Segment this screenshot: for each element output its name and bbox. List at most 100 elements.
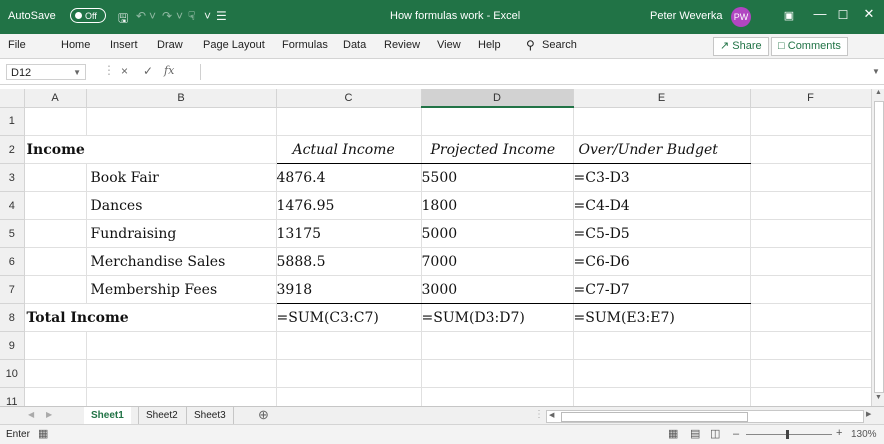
row-header-7[interactable]: 7: [0, 275, 25, 304]
row-header-5[interactable]: 5: [0, 219, 25, 248]
insert-function-icon[interactable]: fx: [164, 64, 174, 77]
previous-sheet-icon[interactable]: ◀: [28, 410, 34, 419]
cell-d1[interactable]: [421, 107, 574, 136]
tab-formulas[interactable]: Formulas: [282, 39, 328, 51]
redo-dropdown-icon[interactable]: ˅: [176, 9, 183, 23]
cell-b7[interactable]: Membership Fees: [86, 275, 277, 304]
column-header-f[interactable]: F: [750, 89, 872, 108]
zoom-slider-handle[interactable]: [786, 430, 789, 439]
search-icon[interactable]: ⚲: [526, 38, 535, 52]
column-header-e[interactable]: E: [573, 89, 751, 108]
zoom-level[interactable]: 130%: [851, 429, 877, 440]
cell-d11[interactable]: [421, 387, 574, 406]
horizontal-scrollbar[interactable]: ◀: [546, 410, 864, 423]
cell-b3[interactable]: Book Fair: [86, 163, 277, 192]
tab-view[interactable]: View: [437, 39, 461, 51]
new-sheet-icon[interactable]: ⊕: [258, 407, 269, 423]
row-header-9[interactable]: 9: [0, 331, 25, 360]
cell-f4[interactable]: [750, 191, 872, 220]
search-box[interactable]: Search: [542, 39, 577, 51]
cell-c7[interactable]: 3918: [275, 275, 422, 304]
row-header-1[interactable]: 1: [0, 107, 25, 136]
zoom-in-icon[interactable]: +: [836, 427, 842, 439]
name-box[interactable]: D12 ▼: [6, 64, 86, 80]
column-header-d[interactable]: D: [421, 89, 574, 108]
row-header-4[interactable]: 4: [0, 191, 25, 220]
undo-icon[interactable]: ↶: [136, 9, 146, 23]
name-box-dropdown-icon[interactable]: ▼: [73, 65, 81, 81]
cell-a1[interactable]: [24, 107, 87, 136]
row-header-2[interactable]: 2: [0, 135, 25, 164]
cell-c11[interactable]: [276, 387, 422, 406]
cell-c8[interactable]: =SUM(C3:C7): [276, 303, 422, 332]
tab-page-layout[interactable]: Page Layout: [203, 39, 265, 51]
minimize-icon[interactable]: —: [810, 6, 830, 21]
cancel-icon[interactable]: ×: [121, 64, 128, 78]
cell-c4[interactable]: 1476.95: [275, 191, 422, 220]
column-header-b[interactable]: B: [86, 89, 277, 108]
formula-input[interactable]: [200, 64, 871, 80]
cell-f3[interactable]: [750, 163, 872, 192]
next-sheet-icon[interactable]: ▶: [46, 410, 52, 419]
cell-b11[interactable]: [86, 387, 277, 406]
cell-d2-header[interactable]: Projected Income: [421, 135, 574, 164]
cell-b5[interactable]: Fundraising: [86, 219, 277, 248]
cell-a9[interactable]: [24, 331, 87, 360]
cell-f9[interactable]: [750, 331, 872, 360]
row-header-3[interactable]: 3: [0, 163, 25, 192]
cell-b6[interactable]: Merchandise Sales: [86, 247, 277, 276]
cell-f6[interactable]: [750, 247, 872, 276]
cell-e1[interactable]: [573, 107, 751, 136]
cell-e6[interactable]: =C6-D6: [573, 247, 751, 276]
normal-view-icon[interactable]: ▦: [668, 427, 678, 440]
cell-c10[interactable]: [276, 359, 422, 388]
cell-b10[interactable]: [86, 359, 277, 388]
column-header-a[interactable]: A: [24, 89, 87, 108]
avatar[interactable]: PW: [731, 7, 751, 27]
cell-e7[interactable]: =C7-D7: [573, 275, 751, 304]
touch-mode-icon[interactable]: ☟: [188, 9, 195, 23]
tab-file[interactable]: File: [8, 39, 26, 51]
qat-dropdown-icon[interactable]: ˅: [204, 9, 211, 23]
cell-f2[interactable]: [750, 135, 872, 164]
cell-d5[interactable]: 5000: [421, 219, 574, 248]
tab-split-grip-icon[interactable]: ⋮: [534, 409, 544, 420]
cell-d9[interactable]: [421, 331, 574, 360]
save-icon[interactable]: 🖫: [118, 9, 128, 30]
worksheet-grid[interactable]: A B C D E F 1 2 Income Actual Income Pro…: [0, 89, 884, 406]
tab-draw[interactable]: Draw: [157, 39, 183, 51]
tab-data[interactable]: Data: [343, 39, 366, 51]
row-header-6[interactable]: 6: [0, 247, 25, 276]
cell-a11[interactable]: [24, 387, 87, 406]
cell-b1[interactable]: [86, 107, 277, 136]
page-layout-view-icon[interactable]: ▤: [690, 427, 700, 440]
cell-e2-header[interactable]: Over/Under Budget: [573, 135, 751, 164]
cell-e8[interactable]: =SUM(E3:E7): [573, 303, 751, 332]
tab-insert[interactable]: Insert: [110, 39, 138, 51]
cell-f10[interactable]: [750, 359, 872, 388]
scroll-left-icon[interactable]: ◀: [549, 411, 554, 419]
undo-dropdown-icon[interactable]: ˅: [149, 9, 156, 23]
expand-formula-bar-icon[interactable]: ▼: [872, 67, 880, 76]
cell-a5[interactable]: [24, 219, 87, 248]
row-header-11[interactable]: 11: [0, 387, 25, 406]
enter-icon[interactable]: ✓: [143, 64, 153, 78]
cell-d4[interactable]: 1800: [421, 191, 574, 220]
cell-d6[interactable]: 7000: [421, 247, 574, 276]
page-break-preview-icon[interactable]: ◫: [710, 427, 720, 440]
scroll-down-icon[interactable]: ▼: [875, 394, 882, 401]
cell-f7[interactable]: [750, 275, 872, 304]
cell-f1[interactable]: [750, 107, 872, 136]
customize-qat-icon[interactable]: ☰: [216, 9, 227, 23]
cell-f5[interactable]: [750, 219, 872, 248]
cell-e4[interactable]: =C4-D4: [573, 191, 751, 220]
cell-d3[interactable]: 5500: [421, 163, 574, 192]
scroll-up-icon[interactable]: ▲: [875, 89, 882, 96]
cell-d7[interactable]: 3000: [421, 275, 574, 304]
cell-a3[interactable]: [24, 163, 87, 192]
row-header-8[interactable]: 8: [0, 303, 25, 332]
cell-a4[interactable]: [24, 191, 87, 220]
cell-e5[interactable]: =C5-D5: [573, 219, 751, 248]
cell-c5[interactable]: 13175: [275, 219, 422, 248]
zoom-out-icon[interactable]: –: [733, 428, 739, 440]
